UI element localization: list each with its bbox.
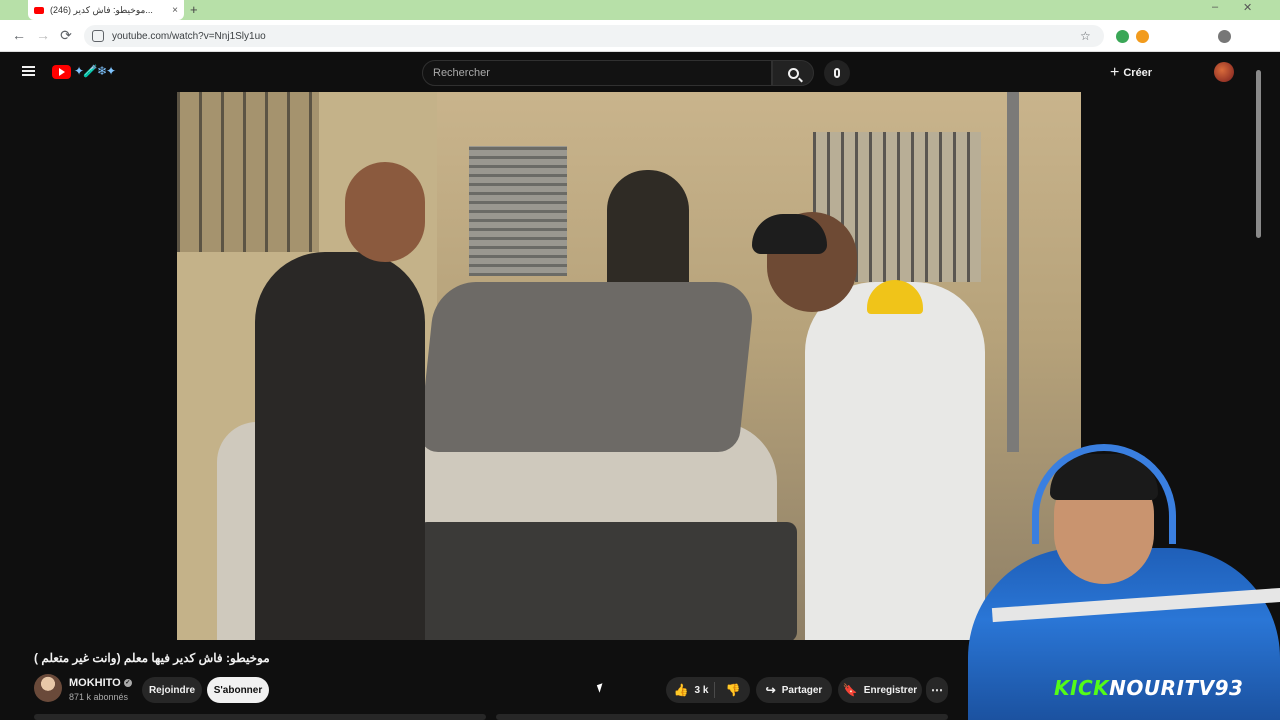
plus-icon: + (1110, 64, 1120, 81)
share-icon: ↪ (765, 683, 776, 697)
subscriber-count: 871 k abonnés (69, 692, 129, 702)
youtube-favicon-icon (34, 6, 44, 14)
video-title: موخيطو: فاش كدير فيها معلم (وانت غير متع… (34, 651, 270, 665)
video-scene-car-hood (418, 282, 756, 452)
video-scene-person-white-coat (805, 282, 985, 640)
share-button[interactable]: ↪ Partager (756, 677, 832, 703)
video-player[interactable] (177, 92, 1081, 640)
more-actions-button[interactable]: ⋯ (926, 677, 948, 703)
create-label: Créer (1123, 67, 1153, 79)
browser-tab-strip: (246) موخيطو: فاش كدير... × + – ✕ (0, 0, 1280, 20)
thumbs-down-icon: 👎 (725, 683, 741, 697)
subscribe-button[interactable]: S'abonner (207, 677, 269, 703)
share-label: Partager (781, 684, 823, 696)
logo-doodle[interactable]: ✦🧪❄✦ (74, 64, 116, 78)
join-button[interactable]: Rejoindre (142, 677, 202, 703)
profile-icon[interactable] (1218, 30, 1231, 43)
video-scene-person-black-shirt (255, 252, 425, 640)
url-text: youtube.com/watch?v=Nnj1Sly1uo (112, 30, 266, 42)
site-info-icon[interactable] (92, 30, 104, 42)
extension-icon[interactable] (1136, 30, 1149, 43)
save-label: Enregistrer (863, 684, 918, 696)
create-button[interactable]: + Créer (1110, 62, 1152, 84)
verified-icon: ✓ (123, 679, 132, 687)
comments-box-edge (496, 714, 948, 720)
thumbs-up-icon: 👍 (673, 683, 689, 697)
tab-title: (246) موخيطو: فاش كدير... (50, 4, 153, 15)
scrollbar-thumb[interactable] (1256, 70, 1261, 238)
video-scene-window-grill (177, 92, 319, 252)
new-tab-button[interactable]: + (190, 2, 198, 17)
microphone-icon (834, 68, 840, 78)
kick-logo: KICK (1054, 676, 1110, 700)
menu-icon[interactable] (22, 66, 35, 76)
channel-name-row[interactable]: MOKHITO ✓ (69, 677, 132, 689)
youtube-logo-icon[interactable] (52, 65, 71, 79)
youtube-header: ✦🧪❄✦ Rechercher + Créer (0, 52, 1260, 92)
reload-button[interactable]: ⟳ (57, 27, 75, 44)
like-divider (714, 682, 715, 698)
window-close-button[interactable]: ✕ (1243, 1, 1252, 14)
channel-avatar[interactable] (34, 674, 62, 702)
webcam-overlay: KICKNOURITV93 (962, 438, 1280, 720)
video-scene-pole (1007, 92, 1019, 452)
browser-tab-youtube[interactable]: (246) موخيطو: فاش كدير... × (28, 0, 184, 20)
forward-button[interactable]: → (34, 27, 52, 43)
like-count: 3 k (694, 684, 709, 696)
headset-icon (1032, 444, 1176, 544)
search-icon (787, 67, 799, 79)
channel-name[interactable]: MOKHITO (69, 677, 121, 689)
bookmark-star-icon[interactable]: ☆ (1080, 29, 1091, 43)
dislike-button[interactable]: 👎 (718, 677, 748, 703)
minimize-button[interactable]: – (1212, 1, 1218, 13)
save-button[interactable]: 🔖 Enregistrer (838, 677, 922, 703)
video-scene-window (469, 146, 567, 276)
stream-watermark: KICKNOURITV93 (1054, 676, 1243, 700)
mouse-cursor-icon (596, 683, 606, 693)
video-scene-engine (417, 522, 797, 640)
address-bar[interactable]: youtube.com/watch?v=Nnj1Sly1uo (84, 25, 1104, 47)
search-input[interactable]: Rechercher (422, 60, 772, 86)
description-box-edge (34, 714, 486, 720)
back-button[interactable]: ← (10, 27, 28, 43)
video-scene-head (345, 162, 425, 262)
voice-search-button[interactable] (824, 60, 850, 86)
search-button[interactable] (772, 60, 814, 86)
account-avatar[interactable] (1214, 62, 1234, 82)
tab-close-icon[interactable]: × (172, 5, 178, 16)
browser-toolbar: ← → ⟳ youtube.com/watch?v=Nnj1Sly1uo ☆ (0, 20, 1280, 52)
video-scene-arch (607, 170, 689, 290)
extension-icon[interactable] (1116, 30, 1129, 43)
streamer-name: NOURITV93 (1109, 676, 1244, 700)
bookmark-icon: 🔖 (842, 683, 858, 697)
